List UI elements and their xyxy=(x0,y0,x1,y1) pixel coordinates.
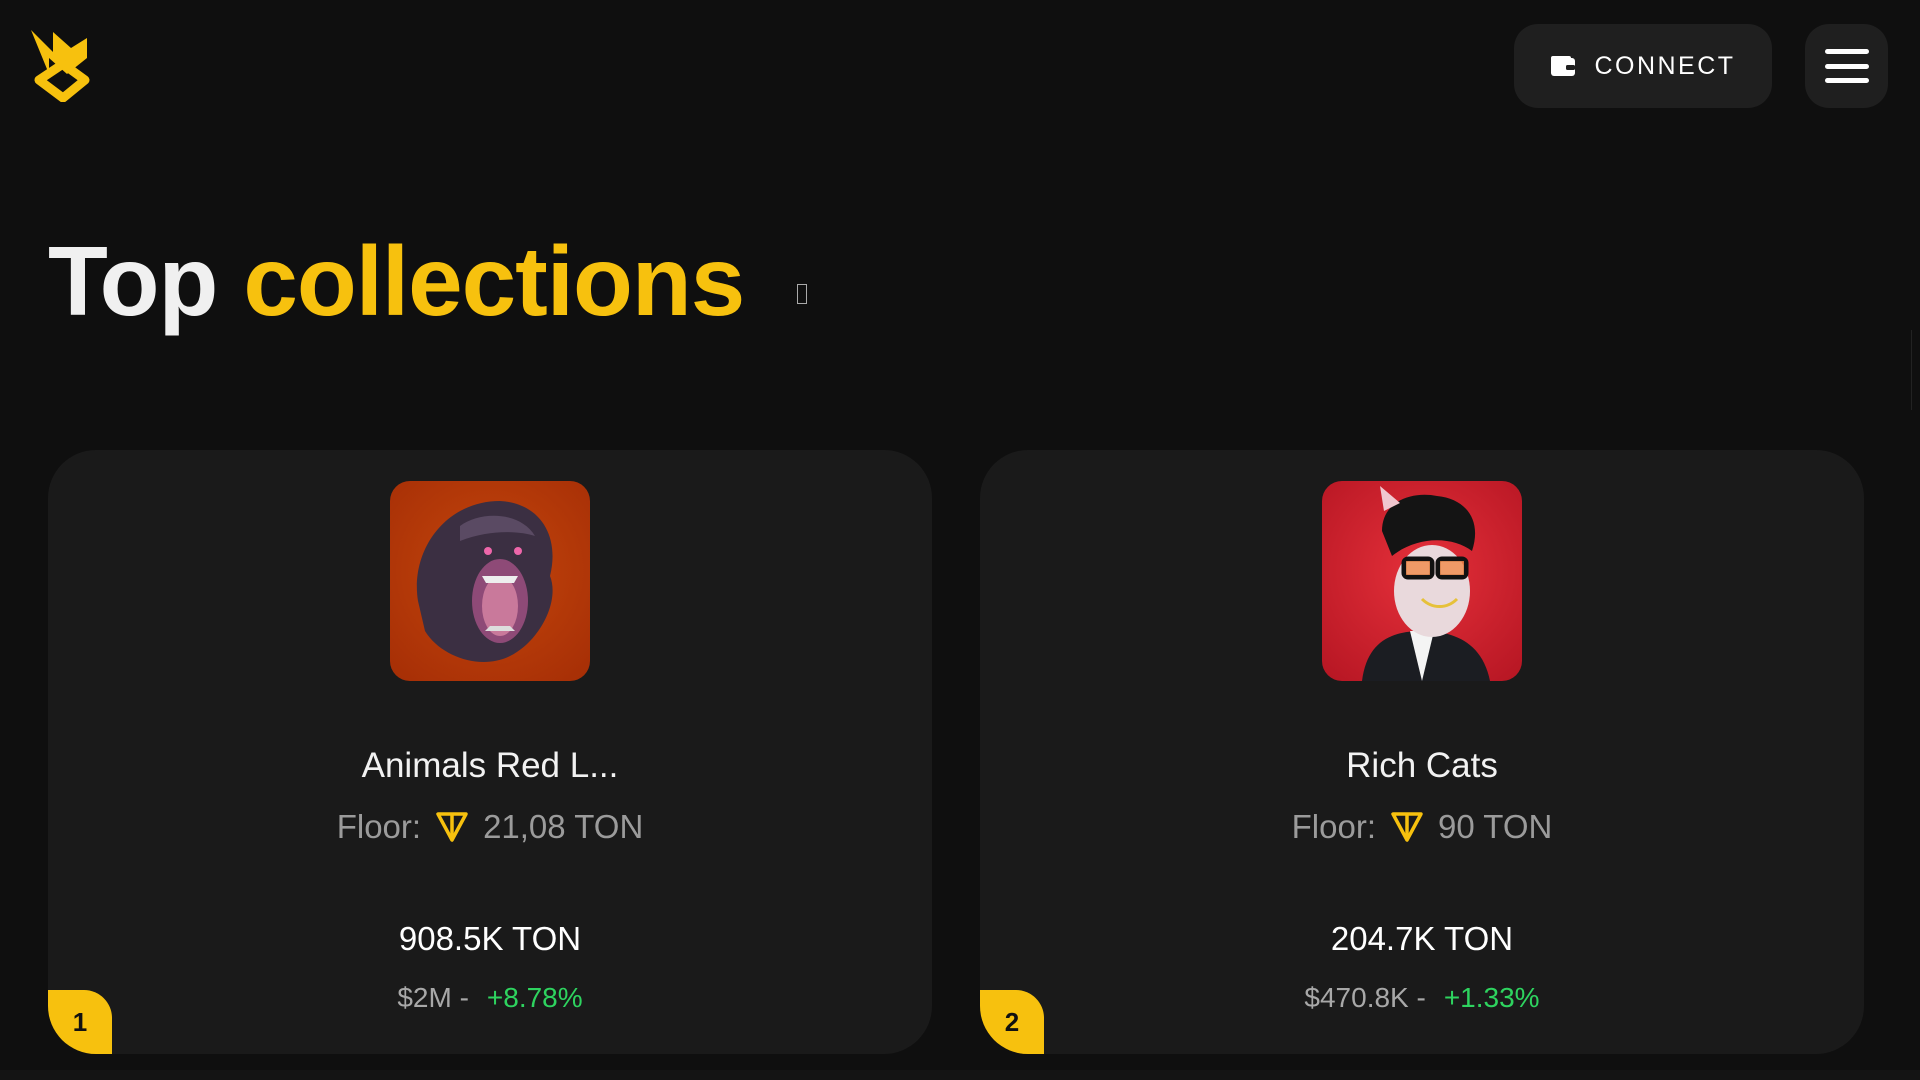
title-word-collections: collections xyxy=(243,226,745,336)
scrollbar[interactable] xyxy=(1911,330,1920,410)
change-percent: +1.33% xyxy=(1443,982,1540,1013)
ton-icon xyxy=(436,812,468,842)
collection-avatar[interactable] xyxy=(390,481,590,681)
wallet-icon xyxy=(1551,56,1576,76)
connect-wallet-button[interactable]: CONNECT xyxy=(1514,24,1772,108)
menu-button[interactable] xyxy=(1805,24,1888,108)
page-bottom-edge xyxy=(0,1070,1920,1080)
floor-label: Floor: xyxy=(336,808,422,845)
floor-label: Floor: xyxy=(1291,808,1376,845)
page-title: Top collections xyxy=(48,226,745,336)
collection-card[interactable]: Animals Red L... Floor: 21,08 TON 908.5K… xyxy=(48,450,932,1054)
usd-value: $470.8K - xyxy=(1304,982,1426,1013)
usd-change-row: $470.8K - +1.33% xyxy=(980,982,1864,1014)
connect-label: CONNECT xyxy=(1594,51,1736,80)
floor-price: Floor: 90 TON xyxy=(980,808,1864,846)
collection-name[interactable]: Rich Cats xyxy=(980,746,1864,786)
rank-badge: 2 xyxy=(980,990,1044,1054)
change-percent: +8.78% xyxy=(486,982,583,1013)
volume-value: 204.7K TON xyxy=(1330,920,1514,957)
floor-value: 90 TON xyxy=(1438,808,1553,845)
logo-icon[interactable] xyxy=(27,28,93,102)
gorilla-avatar-icon xyxy=(390,481,590,681)
collection-name[interactable]: Animals Red L... xyxy=(48,746,932,786)
rank-badge: 1 xyxy=(48,990,112,1054)
ton-icon xyxy=(1391,812,1423,842)
collection-avatar[interactable] xyxy=(1322,481,1522,681)
usd-change-row: $2M - +8.78% xyxy=(48,982,932,1014)
volume-value: 908.5K TON xyxy=(398,920,582,957)
hamburger-menu-icon xyxy=(1824,49,1869,83)
collection-card[interactable]: Rich Cats Floor: 90 TON 204.7K TON $470.… xyxy=(980,450,1864,1054)
title-word-top: Top xyxy=(48,226,218,336)
floor-price: Floor: 21,08 TON xyxy=(48,808,932,846)
floor-value: 21,08 TON xyxy=(483,808,644,845)
missing-glyph-icon xyxy=(797,284,807,304)
usd-value: $2M - xyxy=(397,982,469,1013)
cat-avatar-icon xyxy=(1322,481,1522,681)
